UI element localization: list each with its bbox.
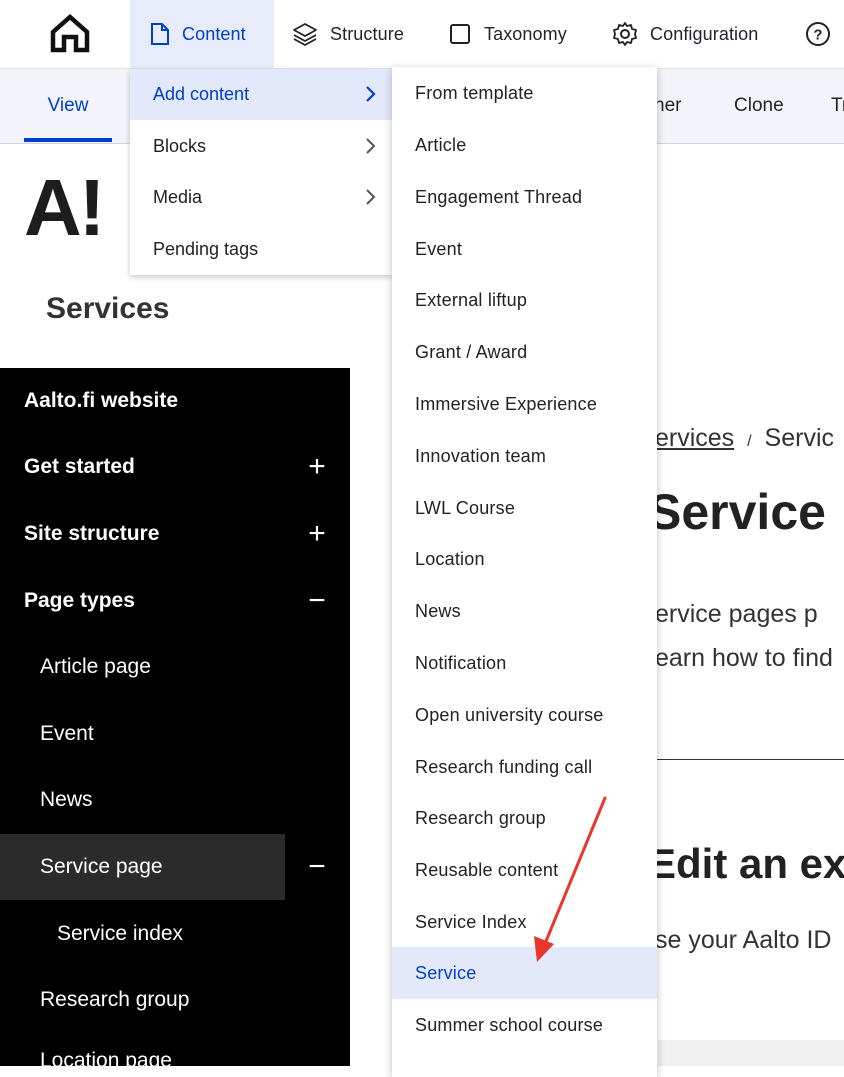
site-title[interactable]: Services — [46, 292, 169, 326]
chevron-right-icon — [366, 138, 376, 154]
intro-text-line: earn how to find — [655, 644, 833, 672]
toolbar-configuration[interactable]: Configuration — [612, 0, 758, 68]
menu-item-from-template[interactable]: From template — [392, 67, 657, 119]
menu-item-external-liftup[interactable]: External liftup — [392, 274, 657, 326]
sidebar-item-site-structure[interactable]: Site structure + — [0, 501, 350, 567]
sidebar-item-research-group[interactable]: Research group — [0, 967, 350, 1033]
sidebar-item-label: Aalto.fi website — [24, 389, 179, 412]
sidebar-item-article-page[interactable]: Article page — [0, 634, 350, 700]
sidebar-item-label: News — [40, 788, 93, 811]
svg-text:?: ? — [813, 27, 822, 44]
toolbar-content-label: Content — [182, 23, 246, 44]
active-tab-indicator — [24, 138, 112, 142]
sidebar-toggle-service-page[interactable]: − — [285, 834, 350, 900]
menu-item-blocks[interactable]: Blocks — [130, 121, 392, 172]
breadcrumb: ervices / Servic — [655, 424, 834, 453]
section-text-line: se your Aalto ID — [655, 926, 832, 954]
tab-translate[interactable]: Tr — [831, 69, 844, 143]
breadcrumb-separator: / — [747, 433, 752, 450]
sidebar-item-page-types[interactable]: Page types − — [0, 568, 350, 634]
menu-item-article[interactable]: Article — [392, 119, 657, 171]
sidebar-item-service-page[interactable]: Service page — [0, 834, 325, 900]
divider — [655, 759, 844, 760]
sidebar-item-news[interactable]: News — [0, 767, 350, 833]
menu-item-label: Media — [153, 187, 203, 207]
expand-icon[interactable]: + — [305, 517, 329, 551]
tab-clone[interactable]: Clone — [734, 69, 784, 143]
collapse-icon[interactable]: − — [305, 584, 329, 618]
tab-change-owner[interactable]: ner — [654, 69, 681, 143]
sidebar-item-label: Research group — [40, 988, 190, 1011]
menu-item-news[interactable]: News — [392, 585, 657, 637]
menu-item-innovation-team[interactable]: Innovation team — [392, 430, 657, 482]
page-title: Service — [648, 484, 826, 540]
sidebar-item-label: Location page — [40, 1049, 172, 1066]
chevron-right-icon — [366, 189, 376, 205]
sidebar-item-label: Get started — [24, 455, 135, 478]
menu-item-engagement-thread[interactable]: Engagement Thread — [392, 171, 657, 223]
menu-item-label: Pending tags — [153, 239, 259, 259]
sidebar-item-label: Service index — [57, 922, 184, 945]
square-icon — [450, 24, 470, 44]
sidebar-item-service-index[interactable]: Service index — [0, 901, 350, 967]
menu-item-notification[interactable]: Notification — [392, 637, 657, 689]
sidebar-item-label: Service page — [40, 855, 163, 878]
sidebar-item-label: Page types — [24, 589, 135, 612]
section-heading: Edit an exi — [648, 840, 844, 887]
toolbar-structure-label: Structure — [330, 23, 404, 44]
home-icon[interactable] — [48, 12, 92, 56]
site-logo[interactable]: A! — [24, 168, 105, 248]
layers-icon — [293, 23, 317, 46]
menu-item-lwl-course[interactable]: LWL Course — [392, 482, 657, 534]
menu-item-pending-tags[interactable]: Pending tags — [130, 224, 392, 275]
sidebar-item-label: Site structure — [24, 522, 160, 545]
content-box — [658, 1040, 844, 1066]
sidebar-item-get-started[interactable]: Get started + — [0, 434, 350, 500]
admin-toolbar: Content Structure Taxonomy Configuration… — [0, 0, 844, 69]
sidebar-item-location-page[interactable]: Location page — [0, 1028, 350, 1066]
breadcrumb-current: Servic — [764, 424, 835, 452]
menu-item-add-content[interactable]: Add content — [130, 69, 392, 120]
collapse-icon[interactable]: − — [305, 850, 329, 884]
toolbar-taxonomy-label: Taxonomy — [484, 23, 567, 44]
menu-item-grant-award[interactable]: Grant / Award — [392, 326, 657, 378]
chevron-right-icon — [366, 86, 376, 102]
toolbar-configuration-label: Configuration — [650, 23, 759, 44]
sidebar-item-aalto-website[interactable]: Aalto.fi website — [0, 368, 350, 434]
menu-item-media[interactable]: Media — [130, 172, 392, 223]
toolbar-content[interactable]: Content — [130, 0, 274, 68]
menu-item-label: Blocks — [153, 136, 207, 156]
sidebar-item-label: Event — [40, 722, 94, 745]
annotation-arrow — [534, 796, 607, 962]
document-icon — [151, 23, 169, 45]
sidebar-nav: Aalto.fi website Get started + Site stru… — [0, 368, 350, 1066]
menu-item-summer-school-course[interactable]: Summer school course — [392, 999, 657, 1051]
intro-text-line: ervice pages p — [655, 600, 818, 628]
toolbar-taxonomy[interactable]: Taxonomy — [448, 0, 567, 68]
expand-icon[interactable]: + — [305, 450, 329, 484]
header-dot: · — [0, 298, 1, 324]
toolbar-structure[interactable]: Structure — [292, 0, 404, 68]
menu-item-event[interactable]: Event — [392, 223, 657, 275]
tab-view[interactable]: View — [24, 69, 112, 143]
menu-item-immersive-experience[interactable]: Immersive Experience — [392, 378, 657, 430]
menu-item-label: Add content — [153, 84, 250, 104]
sidebar-item-event[interactable]: Event — [0, 701, 350, 767]
menu-item-location[interactable]: Location — [392, 533, 657, 585]
menu-item-research-funding-call[interactable]: Research funding call — [392, 741, 657, 793]
sidebar-item-label: Article page — [40, 655, 151, 678]
content-menu: Add content Blocks Media Pending tags — [130, 69, 392, 275]
help-icon[interactable]: ? — [805, 0, 843, 68]
gear-icon — [613, 22, 637, 46]
menu-item-open-university-course[interactable]: Open university course — [392, 689, 657, 741]
breadcrumb-link[interactable]: ervices — [655, 424, 734, 452]
